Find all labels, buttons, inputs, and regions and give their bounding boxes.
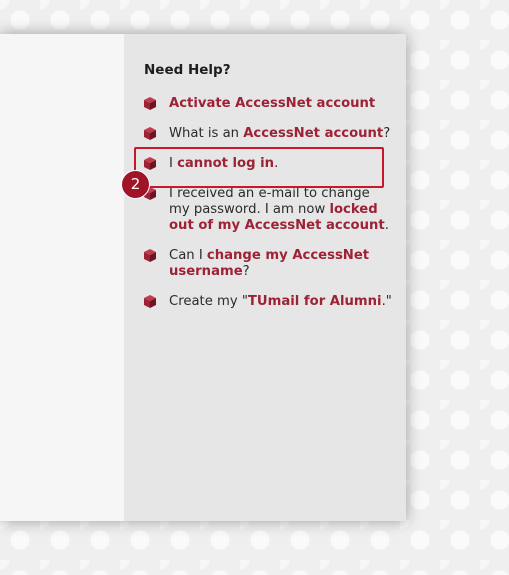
step-badge: 2 xyxy=(121,170,150,199)
help-title: Need Help? xyxy=(144,62,231,78)
help-item-locked-out: I received an e-mail to change my passwo… xyxy=(144,186,394,234)
help-item-change-username: Can I change my AccessNet username? xyxy=(144,248,394,280)
help-item-suffix: ? xyxy=(242,264,250,279)
help-item-what-is: What is an AccessNet account? xyxy=(144,126,394,142)
accessnet-account-link[interactable]: AccessNet account xyxy=(243,126,383,141)
help-item-prefix: Create my " xyxy=(169,294,248,309)
cube-bullet-icon xyxy=(144,295,156,308)
cube-bullet-icon xyxy=(144,127,156,140)
tumail-alumni-link[interactable]: TUmail for Alumni xyxy=(248,294,382,309)
main-content-area xyxy=(0,34,124,521)
help-list: Activate AccessNet account What is an Ac… xyxy=(144,96,394,310)
help-item-prefix: What is an xyxy=(169,126,244,141)
cube-bullet-icon xyxy=(144,97,156,110)
help-item-prefix: Can I xyxy=(169,248,207,263)
help-item-tumail: Create my "TUmail for Alumni." xyxy=(144,294,394,310)
help-item-suffix: ." xyxy=(381,294,392,309)
activate-accessnet-link[interactable]: Activate AccessNet account xyxy=(169,96,375,111)
cube-bullet-icon xyxy=(144,249,156,262)
help-item-activate: Activate AccessNet account xyxy=(144,96,394,112)
help-sidebar: Need Help? Activate AccessNet account Wh… xyxy=(144,62,394,324)
highlight-box xyxy=(134,147,384,188)
help-item-suffix: . xyxy=(384,218,389,233)
content-panel: Need Help? Activate AccessNet account Wh… xyxy=(0,34,406,521)
help-item-suffix: ? xyxy=(383,126,391,141)
